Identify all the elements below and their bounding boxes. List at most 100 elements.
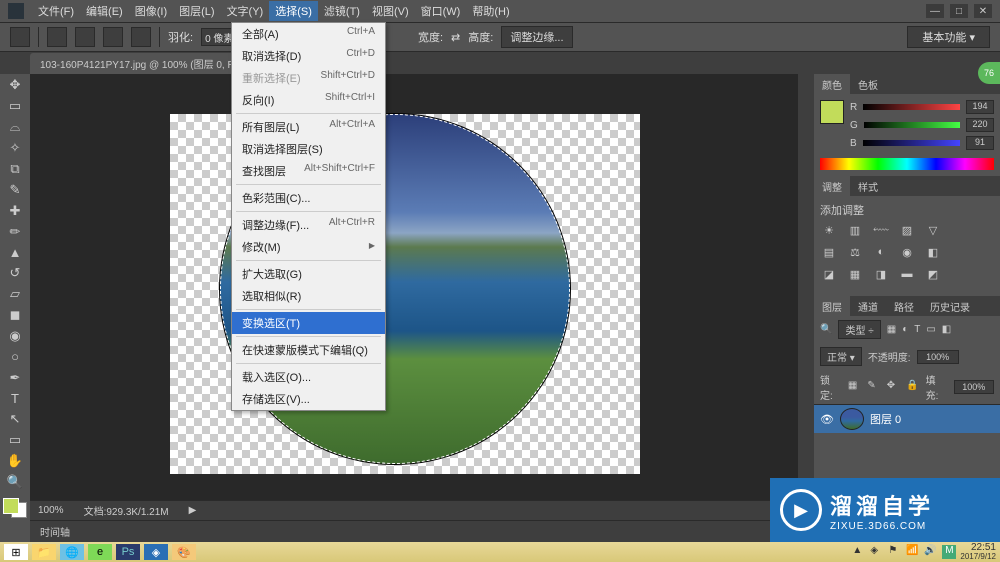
panel-collapse-strip[interactable] (798, 74, 814, 518)
dodge-tool[interactable]: ○ (4, 347, 26, 366)
start-button[interactable]: ⊞ (4, 544, 28, 560)
menu-quick-mask[interactable]: 在快速蒙版模式下编辑(Q) (232, 339, 385, 361)
color-swatch[interactable] (820, 100, 844, 124)
task-ps[interactable]: Ps (116, 544, 140, 560)
menu-window[interactable]: 窗口(W) (415, 1, 467, 21)
menu-deselect[interactable]: 取消选择(D)Ctrl+D (232, 45, 385, 67)
selection-add-icon[interactable] (75, 27, 95, 47)
swap-icon[interactable]: ⇄ (451, 31, 460, 44)
menu-edit[interactable]: 编辑(E) (80, 1, 129, 21)
crop-tool[interactable]: ⧉ (4, 160, 26, 179)
threshold-icon[interactable]: ◨ (872, 268, 890, 284)
g-slider[interactable] (864, 122, 960, 128)
tab-paths[interactable]: 路径 (886, 296, 922, 316)
menu-transform-selection[interactable]: 变换选区(T) (232, 312, 385, 334)
stamp-tool[interactable]: ▲ (4, 243, 26, 262)
r-slider[interactable] (863, 104, 960, 110)
task-browser2[interactable]: e (88, 544, 112, 560)
vibrance-icon[interactable]: ▽ (924, 224, 942, 240)
menu-inverse[interactable]: 反向(I)Shift+Ctrl+I (232, 89, 385, 111)
tab-channels[interactable]: 通道 (850, 296, 886, 316)
brush-tool[interactable]: ✏ (4, 222, 26, 241)
clock-date[interactable]: 2017/9/12 (960, 553, 996, 561)
filter-type-icon[interactable]: T (914, 324, 920, 335)
curves-icon[interactable]: ⬳ (872, 224, 890, 240)
visibility-icon[interactable]: 👁 (820, 413, 834, 426)
layer-thumbnail[interactable] (840, 408, 864, 430)
color-picker[interactable] (3, 498, 27, 519)
b-value[interactable]: 91 (966, 136, 994, 150)
menu-image[interactable]: 图像(I) (129, 1, 173, 21)
workspace-switcher[interactable]: 基本功能 ▾ (907, 26, 990, 48)
menu-view[interactable]: 视图(V) (366, 1, 415, 21)
invert-icon[interactable]: ◪ (820, 268, 838, 284)
tab-history[interactable]: 历史记录 (922, 296, 978, 316)
hue-bar[interactable] (820, 158, 994, 170)
filter-shape-icon[interactable]: ▭ (926, 324, 935, 335)
zoom-level[interactable]: 100% (38, 505, 64, 516)
menu-type[interactable]: 文字(Y) (221, 1, 270, 21)
eraser-tool[interactable]: ▱ (4, 285, 26, 304)
menu-select-all[interactable]: 全部(A)Ctrl+A (232, 23, 385, 45)
fg-color[interactable] (3, 498, 19, 514)
healing-tool[interactable]: ✚ (4, 201, 26, 220)
menu-refine-edge[interactable]: 调整边缘(F)...Alt+Ctrl+R (232, 214, 385, 236)
fill-value[interactable]: 100% (954, 380, 994, 394)
close-button[interactable]: ✕ (974, 4, 992, 18)
lock-trans-icon[interactable]: ▦ (848, 380, 861, 394)
zoom-tool[interactable]: 🔍 (4, 473, 26, 492)
menu-all-layers[interactable]: 所有图层(L)Alt+Ctrl+A (232, 116, 385, 138)
wand-tool[interactable]: ✧ (4, 139, 26, 158)
menu-load-selection[interactable]: 载入选区(O)... (232, 366, 385, 388)
minimize-button[interactable]: — (926, 4, 944, 18)
lock-all-icon[interactable]: 🔒 (906, 380, 919, 394)
menu-grow[interactable]: 扩大选取(G) (232, 263, 385, 285)
blur-tool[interactable]: ◉ (4, 327, 26, 346)
menu-layer[interactable]: 图层(L) (173, 1, 220, 21)
filter-smart-icon[interactable]: ◧ (942, 324, 951, 335)
lock-paint-icon[interactable]: ✎ (867, 380, 880, 394)
task-explorer[interactable]: 📁 (32, 544, 56, 560)
canvas-area[interactable] (30, 74, 798, 518)
shape-tool[interactable]: ▭ (4, 431, 26, 450)
menu-similar[interactable]: 选取相似(R) (232, 285, 385, 307)
doc-size[interactable]: 文档:929.3K/1.21M (84, 503, 169, 518)
blend-mode-dropdown[interactable]: 正常 ▾ (820, 347, 862, 366)
pen-tool[interactable]: ✒ (4, 368, 26, 387)
menu-color-range[interactable]: 色彩范围(C)... (232, 187, 385, 209)
posterize-icon[interactable]: ▦ (846, 268, 864, 284)
lock-pos-icon[interactable]: ✥ (887, 380, 900, 394)
maximize-button[interactable]: □ (950, 4, 968, 18)
opacity-value[interactable]: 100% (917, 350, 959, 364)
bw-icon[interactable]: ◐ (872, 246, 890, 262)
mixer-icon[interactable]: ◧ (924, 246, 942, 262)
hue-icon[interactable]: ▤ (820, 246, 838, 262)
selection-intersect-icon[interactable] (131, 27, 151, 47)
tab-color[interactable]: 颜色 (814, 74, 850, 94)
levels-icon[interactable]: ▥ (846, 224, 864, 240)
tab-layers[interactable]: 图层 (814, 296, 850, 316)
move-tool[interactable]: ✥ (4, 76, 26, 95)
eyedropper-tool[interactable]: ✎ (4, 180, 26, 199)
tray-network-icon[interactable]: 📶 (906, 545, 920, 559)
gradient-map-icon[interactable]: ▬ (898, 268, 916, 284)
tab-adjust[interactable]: 调整 (814, 176, 850, 196)
filter-type-dropdown[interactable]: 类型 ÷ (838, 320, 880, 339)
marquee-tool[interactable]: ▭ (4, 97, 26, 116)
path-tool[interactable]: ↖ (4, 410, 26, 429)
tray-volume-icon[interactable]: 🔊 (924, 545, 938, 559)
tray-icon[interactable]: ▲ (852, 545, 866, 559)
selection-subtract-icon[interactable] (103, 27, 123, 47)
tray-flag-icon[interactable]: ⚑ (888, 545, 902, 559)
refine-edge-button[interactable]: 调整边缘... (501, 26, 572, 48)
tab-styles[interactable]: 样式 (850, 176, 886, 196)
layer-row[interactable]: 👁 图层 0 (814, 405, 1000, 433)
tool-preset-icon[interactable] (10, 27, 30, 47)
b-slider[interactable] (863, 140, 960, 146)
menu-select[interactable]: 选择(S) (269, 1, 318, 21)
layer-name[interactable]: 图层 0 (870, 411, 901, 427)
selection-new-icon[interactable] (47, 27, 67, 47)
lasso-tool[interactable]: ⌓ (4, 118, 26, 137)
menu-help[interactable]: 帮助(H) (466, 1, 515, 21)
tray-security-icon[interactable]: ◈ (870, 545, 884, 559)
